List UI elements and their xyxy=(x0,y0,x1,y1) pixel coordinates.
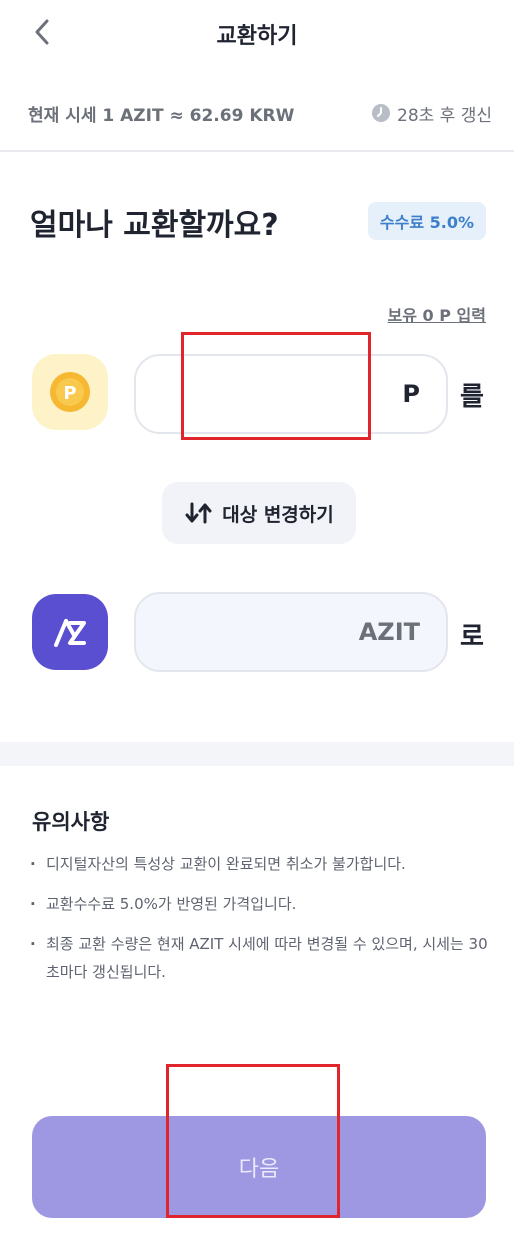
notice-list: 디지털자산의 특성상 교환이 완료되면 취소가 불가합니다. 교환수수료 5.0… xyxy=(30,850,490,998)
amount-field[interactable]: P xyxy=(134,354,448,434)
azit-logo-icon xyxy=(32,594,108,670)
exchange-rate-text: 현재 시세 1 AZIT ≈ 62.69 KRW xyxy=(28,105,295,126)
svg-text:P: P xyxy=(63,383,76,404)
notice-item: 최종 교환 수량은 현재 AZIT 시세에 따라 변경될 수 있으며, 시세는 … xyxy=(30,930,490,986)
refresh-text: 28초 후 갱신 xyxy=(397,105,492,126)
notice-title: 유의사항 xyxy=(32,810,110,834)
holding-input-link[interactable]: 보유 0 P 입력 xyxy=(388,302,486,326)
notice-item: 디지털자산의 특성상 교환이 완료되면 취소가 불가합니다. xyxy=(30,850,490,878)
page-title: 교환하기 xyxy=(216,24,298,49)
question-heading: 얼마나 교환할까요? xyxy=(30,208,279,243)
to-suffix: 로 xyxy=(460,622,484,652)
exchange-screen: 교환하기 현재 시세 1 AZIT ≈ 62.69 KRW 28초 후 갱신 얼… xyxy=(0,0,514,1240)
refresh-timer: 28초 후 갱신 xyxy=(371,101,492,126)
point-coin-icon: P xyxy=(32,354,108,430)
swap-target-label: 대상 변경하기 xyxy=(222,503,334,526)
swap-target-button[interactable]: 대상 변경하기 xyxy=(162,482,356,544)
fee-badge: 수수료 5.0% xyxy=(367,202,486,240)
rate-row: 현재 시세 1 AZIT ≈ 62.69 KRW 28초 후 갱신 xyxy=(0,88,514,138)
point-unit-label: P xyxy=(402,380,420,408)
header: 교환하기 xyxy=(0,0,514,66)
notice-item: 교환수수료 5.0%가 반영된 가격입니다. xyxy=(30,890,490,918)
divider xyxy=(0,150,514,152)
azit-unit-label: AZIT xyxy=(358,618,420,646)
next-button[interactable]: 다음 xyxy=(32,1116,486,1218)
clock-icon xyxy=(372,104,390,122)
azit-amount-field: AZIT xyxy=(134,592,448,672)
from-suffix: 를 xyxy=(460,382,484,412)
amount-input[interactable] xyxy=(158,370,388,418)
section-divider xyxy=(0,742,514,766)
swap-arrows-icon xyxy=(185,502,212,524)
